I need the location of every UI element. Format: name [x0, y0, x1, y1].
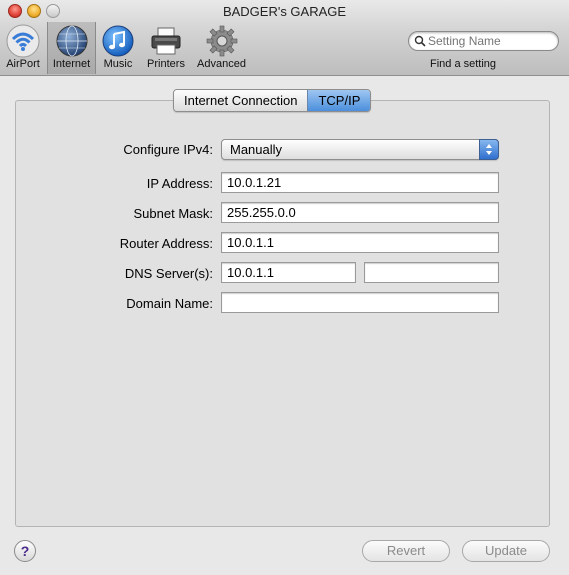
dns-server-1-field[interactable]	[221, 262, 356, 283]
configure-ipv4-popup[interactable]: Manually	[221, 139, 499, 160]
popup-arrows-icon	[479, 139, 499, 160]
find-setting-label: Find a setting	[430, 58, 497, 70]
music-note-icon	[102, 25, 134, 57]
wifi-icon	[6, 24, 40, 58]
globe-icon	[56, 25, 87, 57]
toolbar: BADGER's GARAGE AirPort Internet Music P…	[0, 0, 569, 76]
help-button[interactable]: ?	[14, 540, 36, 562]
tab-tcp-ip[interactable]: TCP/IP	[307, 90, 371, 111]
toolbar-item-advanced[interactable]: Advanced	[193, 22, 250, 74]
toolbar-item-internet[interactable]: Internet	[47, 22, 96, 74]
subnet-mask-field[interactable]	[221, 202, 499, 223]
dns-server-2-input[interactable]	[365, 263, 498, 282]
dns-server-2-field[interactable]	[364, 262, 499, 283]
subnet-mask-label: Subnet Mask:	[133, 206, 214, 221]
gear-icon	[206, 25, 237, 57]
toolbar-item-printers[interactable]: Printers	[141, 22, 191, 74]
preferences-window: BADGER's GARAGE AirPort Internet Music P…	[0, 0, 569, 575]
toolbar-item-airport[interactable]: AirPort	[0, 22, 46, 74]
ip-address-input[interactable]	[222, 173, 498, 192]
configure-ipv4-value: Manually	[230, 142, 283, 157]
printer-icon	[151, 27, 181, 55]
router-address-input[interactable]	[222, 233, 498, 252]
dns-server-1-input[interactable]	[222, 263, 355, 282]
router-address-field[interactable]	[221, 232, 499, 253]
toolbar-item-label: AirPort	[6, 58, 40, 70]
domain-name-field[interactable]	[221, 292, 499, 313]
toolbar-item-label: Printers	[147, 58, 185, 70]
toolbar-item-label: Internet	[52, 58, 91, 70]
toolbar-item-music[interactable]: Music	[98, 22, 138, 74]
setting-search-field[interactable]	[408, 31, 559, 51]
search-icon	[414, 35, 426, 47]
tab-control: Internet Connection TCP/IP	[173, 89, 372, 112]
subnet-mask-input[interactable]	[222, 203, 498, 222]
router-address-label: Router Address:	[119, 236, 213, 251]
revert-button[interactable]: Revert	[362, 540, 450, 562]
domain-name-label: Domain Name:	[126, 296, 213, 311]
domain-name-input[interactable]	[222, 293, 498, 312]
tab-internet-connection[interactable]: Internet Connection	[174, 90, 308, 111]
search-input[interactable]	[428, 33, 553, 49]
dns-servers-label: DNS Server(s):	[124, 266, 213, 281]
toolbar-item-label: Music	[103, 58, 133, 70]
ip-address-label: IP Address:	[146, 176, 213, 191]
window-title: BADGER's GARAGE	[222, 4, 347, 19]
configure-ipv4-label: Configure IPv4:	[123, 142, 213, 157]
settings-panel	[15, 100, 550, 527]
update-button[interactable]: Update	[462, 540, 550, 562]
ip-address-field[interactable]	[221, 172, 499, 193]
toolbar-item-label: Advanced	[197, 58, 246, 70]
